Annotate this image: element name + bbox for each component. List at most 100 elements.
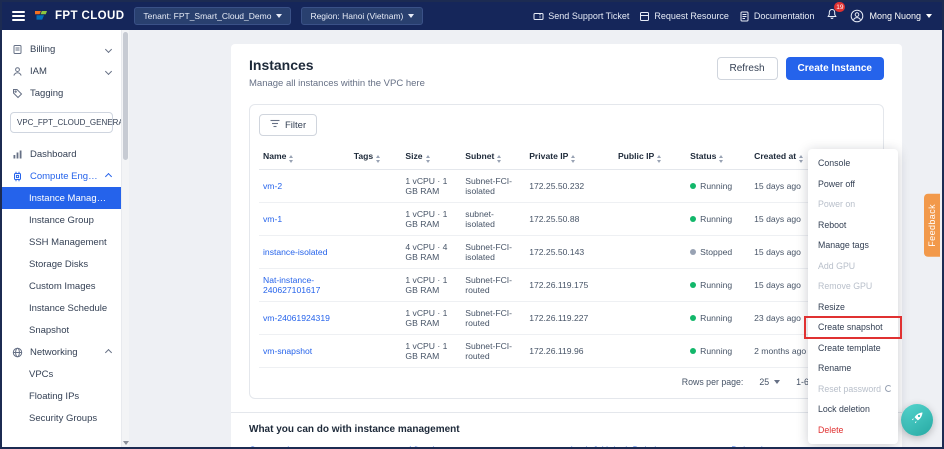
sidebar-item-tagging[interactable]: Tagging (2, 82, 121, 104)
scrollbar-thumb[interactable] (123, 32, 128, 160)
sidebar-item-vpcs[interactable]: VPCs (2, 363, 121, 385)
sidebar-item-iam[interactable]: IAM (2, 60, 121, 82)
create-instance-button[interactable]: Create Instance (786, 57, 884, 80)
cell-public-ip (614, 202, 686, 235)
notification-badge: 19 (834, 2, 845, 12)
feedback-tab[interactable]: Feedback (924, 194, 940, 257)
sidebar-item-dashboard[interactable]: Dashboard (2, 143, 121, 165)
region-selector[interactable]: Region: Hanoi (Vietnam) (301, 7, 423, 25)
menu-item-create-snapshot[interactable]: Create snapshot (808, 317, 898, 338)
iam-label: IAM (30, 66, 47, 77)
column-header-tags[interactable]: Tags (350, 145, 402, 169)
column-header-size[interactable]: Size (401, 145, 461, 169)
request-resource-link[interactable]: Request Resource (639, 11, 729, 22)
menu-item-manage-tags[interactable]: Manage tags (808, 235, 898, 256)
menu-item-resize[interactable]: Resize (808, 297, 898, 318)
column-header-status[interactable]: Status (686, 145, 750, 169)
instance-name-link[interactable]: vm-1 (263, 214, 282, 224)
documentation-link[interactable]: Documentation (739, 11, 815, 22)
sort-icon (719, 155, 723, 163)
menu-item-delete[interactable]: Delete (808, 420, 898, 441)
cell-public-ip (614, 334, 686, 367)
user-menu[interactable]: Mong Nuong (850, 9, 932, 23)
help-item: Lock & Unlock Deletion Lock & Unlock Del… (571, 445, 724, 449)
table-row: vm-24061924319 1 vCPU · 1 GB RAM Subnet-… (259, 301, 874, 334)
sidebar-item-instance-group[interactable]: Instance Group (2, 209, 121, 231)
tagging-icon (12, 88, 23, 99)
menu-item-rename[interactable]: Rename (808, 358, 898, 379)
menu-item-console[interactable]: Console (808, 153, 898, 174)
sort-icon (571, 155, 575, 163)
sidebar-item-ssh-management[interactable]: SSH Management (2, 231, 121, 253)
view-instance-link[interactable]: View instance (410, 445, 563, 449)
cell-subnet: Subnet-FCI-isolated (461, 235, 525, 268)
cell-public-ip (614, 235, 686, 268)
compute-engine-icon (12, 171, 23, 182)
column-header-private-ip[interactable]: Private IP (525, 145, 614, 169)
instance-name-link[interactable]: vm-24061924319 (263, 313, 330, 323)
sidebar-item-networking[interactable]: Networking (2, 341, 121, 363)
cell-tags (350, 235, 402, 268)
column-header-name[interactable]: Name (259, 145, 350, 169)
status-dot (690, 282, 696, 288)
tenant-selector[interactable]: Tenant: FPT_Smart_Cloud_Demo (134, 7, 291, 25)
sidebar-item-instance-management[interactable]: Instance Management (2, 187, 121, 209)
compute-engine-label: Compute Engine (30, 171, 99, 182)
sort-icon (657, 155, 661, 163)
sidebar-item-custom-images[interactable]: Custom Images (2, 275, 121, 297)
sidebar-item-floating-ips[interactable]: Floating IPs (2, 385, 121, 407)
custom-images-label: Custom Images (29, 281, 96, 292)
sidebar-item-instance-schedule[interactable]: Instance Schedule (2, 297, 121, 319)
sidebar-scrollbar[interactable] (121, 30, 129, 447)
sidebar-item-snapshot[interactable]: Snapshot (2, 319, 121, 341)
sidebar-item-billing[interactable]: Billing (2, 38, 121, 60)
menu-item-power-off[interactable]: Power off (808, 174, 898, 195)
refresh-button[interactable]: Refresh (717, 57, 778, 80)
rows-per-page-select[interactable]: 25 (759, 377, 780, 387)
delete-instance-link[interactable]: Delete instance (731, 445, 884, 449)
menu-item-create-template[interactable]: Create template (808, 338, 898, 359)
pagination: Rows per page: 25 1-6 of 6 (259, 367, 874, 394)
column-header-subnet[interactable]: Subnet (461, 145, 525, 169)
networking-icon (12, 347, 23, 358)
iam-icon (12, 66, 23, 77)
notifications-button[interactable]: 19 (826, 7, 838, 25)
instance-schedule-label: Instance Schedule (29, 303, 107, 314)
instance-name-link[interactable]: vm-snapshot (263, 346, 312, 356)
menu-item-reboot[interactable]: Reboot (808, 215, 898, 236)
ticket-icon (533, 11, 544, 22)
cell-private-ip: 172.25.50.143 (525, 235, 614, 268)
chevron-down-icon (926, 14, 932, 18)
sidebar-item-storage-disks[interactable]: Storage Disks (2, 253, 121, 275)
table-row: vm-snapshot 1 vCPU · 1 GB RAM Subnet-FCI… (259, 334, 874, 367)
chevron-down-icon (774, 380, 780, 384)
lock-unlock-deletion-link[interactable]: Lock & Unlock Deletion (571, 445, 724, 449)
cell-tags (350, 301, 402, 334)
instance-name-link[interactable]: instance-isolated (263, 247, 328, 257)
topbar: FPT CLOUD Tenant: FPT_Smart_Cloud_Demo R… (2, 2, 942, 30)
table-row: Nat-instance-240627101617 1 vCPU · 1 GB … (259, 268, 874, 301)
fpt-cloud-logo[interactable]: FPT CLOUD (35, 10, 124, 22)
send-support-ticket-link[interactable]: Send Support Ticket (533, 11, 629, 22)
chat-assistant-button[interactable] (901, 404, 933, 436)
filter-button[interactable]: Filter (259, 114, 317, 136)
loading-spinner-icon (885, 385, 892, 392)
help-section: What you can do with instance management… (249, 413, 884, 449)
column-header-public-ip[interactable]: Public IP (614, 145, 686, 169)
snapshot-label: Snapshot (29, 325, 69, 336)
billing-icon (12, 44, 23, 55)
help-item: Delete instance Delete instance (731, 445, 884, 449)
create-instance-link[interactable]: Create a instance (249, 445, 402, 449)
document-icon (739, 11, 750, 22)
cell-public-ip (614, 301, 686, 334)
page-title: Instances (249, 57, 425, 73)
sort-icon (289, 155, 293, 163)
instance-name-link[interactable]: vm-2 (263, 181, 282, 191)
ssh-management-label: SSH Management (29, 237, 107, 248)
sidebar-item-compute-engine[interactable]: Compute Engine (2, 165, 121, 187)
sidebar-item-security-groups[interactable]: Security Groups (2, 407, 121, 429)
menu-item-lock-deletion[interactable]: Lock deletion (808, 399, 898, 420)
vpc-selector[interactable]: VPC_FPT_CLOUD_GENERAL (10, 112, 113, 133)
menu-icon[interactable] (12, 11, 25, 21)
instance-name-link[interactable]: Nat-instance-240627101617 (263, 275, 320, 295)
